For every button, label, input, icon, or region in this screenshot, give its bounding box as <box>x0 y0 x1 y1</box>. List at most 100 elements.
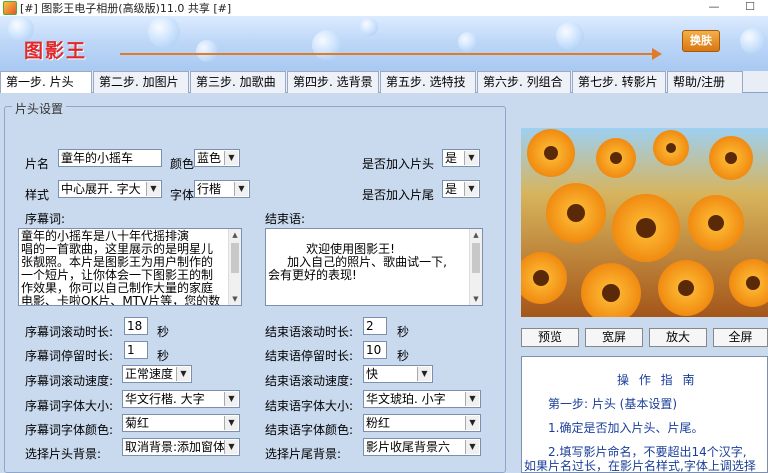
epilogue-speed-select[interactable]: 快 ▼ <box>363 365 433 383</box>
bubble-decoration <box>360 18 378 36</box>
prologue-scroll-duration-label: 序幕词滚动时长: <box>25 325 114 339</box>
prologue-scrollbar[interactable]: ▲ ▼ <box>228 229 241 305</box>
title-bar: [#] 图影王电子相册(高级版)11.0 共享 [#] — ☐ <box>0 0 768 16</box>
font-select[interactable]: 行楷 ▼ <box>194 180 250 198</box>
tab-step1-title[interactable]: 第一步. 片头 <box>0 71 92 93</box>
tail-background-label: 选择片尾背景: <box>265 447 342 461</box>
add-tail-select[interactable]: 是 ▼ <box>442 180 480 198</box>
title-input[interactable]: 童年的小摇车 <box>58 149 162 167</box>
tail-background-value: 影片收尾背景六 <box>366 440 451 454</box>
epilogue-speed-label: 结束语滚动速度: <box>265 374 354 388</box>
enlarge-button[interactable]: 放大 <box>649 328 707 347</box>
minimize-button[interactable]: — <box>696 0 732 16</box>
epilogue-scroll-duration-label: 结束语滚动时长: <box>265 325 354 339</box>
scroll-down-icon[interactable]: ▼ <box>229 293 241 305</box>
tab-help-register[interactable]: 帮助/注册 <box>667 71 743 93</box>
scroll-thumb[interactable] <box>231 243 239 273</box>
prologue-stay-duration-label: 序幕词停留时长: <box>25 349 114 363</box>
chevron-down-icon: ▼ <box>464 151 478 165</box>
tab-step7-convert[interactable]: 第七步. 转影片 <box>572 71 666 93</box>
maximize-button[interactable]: ☐ <box>732 0 768 16</box>
chevron-down-icon: ▼ <box>224 151 238 165</box>
chevron-down-icon: ▼ <box>176 367 190 381</box>
head-background-select[interactable]: 取消背景:添加窗体 ▼ <box>122 438 240 456</box>
prologue-font-size-select[interactable]: 华文行楷. 大字 ▼ <box>122 390 240 408</box>
chevron-down-icon: ▼ <box>146 182 160 196</box>
bubble-decoration <box>740 28 766 54</box>
scroll-up-icon[interactable]: ▲ <box>470 229 482 241</box>
epilogue-font-size-select[interactable]: 华文琥珀. 小字 ▼ <box>363 390 481 408</box>
add-head-select-value: 是 <box>445 151 458 165</box>
prologue-line: 电影、卡啦OK片、MTV片等，您的数码 <box>21 294 221 306</box>
epilogue-font-size-value: 华文琥珀. 小字 <box>366 392 446 406</box>
head-background-label: 选择片头背景: <box>25 447 102 461</box>
chevron-down-icon: ▼ <box>465 392 479 406</box>
seconds-unit: 秒 <box>157 325 170 339</box>
scroll-thumb[interactable] <box>472 243 480 273</box>
prologue-speed-value: 正常速度 <box>125 367 174 381</box>
app-logo: 图影王 <box>24 40 88 62</box>
tab-step2-add-images[interactable]: 第二步. 加图片 <box>93 71 189 93</box>
color-select-value: 蓝色 <box>197 151 222 165</box>
scroll-down-icon[interactable]: ▼ <box>470 293 482 305</box>
tab-step4-background[interactable]: 第四步. 选背景 <box>287 71 379 93</box>
prologue-font-color-select[interactable]: 菊红 ▼ <box>122 414 240 432</box>
preview-button[interactable]: 预览 <box>521 328 579 347</box>
widescreen-button[interactable]: 宽屏 <box>585 328 643 347</box>
window-controls: — ☐ <box>696 0 768 16</box>
add-head-select[interactable]: 是 ▼ <box>442 149 480 167</box>
app-icon <box>3 1 17 15</box>
add-head-label: 是否加入片头 <box>362 157 435 171</box>
bubble-decoration <box>312 30 342 60</box>
style-select[interactable]: 中心展开. 字大 ▼ <box>58 180 162 198</box>
operation-guide: 操 作 指 南 第一步: 片头 (基本设置) 1.确定是否加入片头、片尾。 2.… <box>521 356 768 473</box>
head-background-value: 取消背景:添加窗体 <box>125 440 226 454</box>
epilogue-stay-duration-label: 结束语停留时长: <box>265 349 354 363</box>
epilogue-stay-duration-input[interactable]: 10 <box>363 341 387 359</box>
bubble-decoration <box>196 40 218 62</box>
style-label: 样式 <box>25 188 50 202</box>
change-skin-button[interactable]: 换肤 <box>682 30 720 52</box>
epilogue-scroll-duration-input[interactable]: 2 <box>363 317 387 335</box>
epilogue-textarea[interactable]: 欢迎使用图影王! 加入自己的照片、歌曲试一下, 会有更好的表现! ▲ ▼ <box>265 228 483 306</box>
prologue-font-size-value: 华文行楷. 大字 <box>125 392 205 406</box>
prologue-stay-duration-input[interactable]: 1 <box>124 341 148 359</box>
chevron-down-icon: ▼ <box>224 416 238 430</box>
tab-step5-effects[interactable]: 第五步. 选特技 <box>380 71 476 93</box>
chevron-down-icon: ▼ <box>465 416 479 430</box>
fullscreen-button[interactable]: 全屏 <box>713 328 768 347</box>
bubble-decoration <box>458 32 478 52</box>
prologue-font-color-label: 序幕词字体颜色: <box>25 423 114 437</box>
prologue-speed-label: 序幕词滚动速度: <box>25 374 114 388</box>
prologue-scroll-duration-input[interactable]: 18 <box>124 317 148 335</box>
font-select-value: 行楷 <box>197 182 222 196</box>
scroll-up-icon[interactable]: ▲ <box>229 229 241 241</box>
banner-arrow-line <box>120 53 660 55</box>
add-tail-select-value: 是 <box>445 182 458 196</box>
tail-background-select[interactable]: 影片收尾背景六 ▼ <box>363 438 481 456</box>
seconds-unit: 秒 <box>397 325 410 339</box>
guide-title: 操 作 指 南 <box>617 373 698 387</box>
color-select[interactable]: 蓝色 ▼ <box>194 149 240 167</box>
epilogue-font-color-select[interactable]: 粉红 ▼ <box>363 414 481 432</box>
guide-line: 如果片名过长，在影片名样式,字体上调选择 <box>524 459 756 473</box>
preview-image <box>521 128 768 317</box>
tab-step3-add-songs[interactable]: 第三步. 加歌曲 <box>190 71 286 93</box>
prologue-speed-select[interactable]: 正常速度 ▼ <box>122 365 192 383</box>
chevron-down-icon: ▼ <box>224 440 238 454</box>
prologue-textarea[interactable]: 童年的小摇车是八十年代摇排演 唱的一首歌曲，这里展示的是明星儿 张靓照。本片是图… <box>18 228 242 306</box>
banner: 图影王 换肤 <box>0 16 768 71</box>
epilogue-font-color-value: 粉红 <box>366 416 391 430</box>
window-title: [#] 图影王电子相册(高级版)11.0 共享 [#] <box>20 2 232 15</box>
group-legend: 片头设置 <box>12 100 67 117</box>
seconds-unit: 秒 <box>157 349 170 363</box>
prologue-font-color-value: 菊红 <box>125 416 150 430</box>
epilogue-scrollbar[interactable]: ▲ ▼ <box>469 229 482 305</box>
epilogue-speed-value: 快 <box>366 367 379 381</box>
chevron-down-icon: ▼ <box>465 440 479 454</box>
seconds-unit: 秒 <box>397 349 410 363</box>
step-tabs: 第一步. 片头 第二步. 加图片 第三步. 加歌曲 第四步. 选背景 第五步. … <box>0 71 768 93</box>
tab-step6-combine[interactable]: 第六步. 列组合 <box>477 71 571 93</box>
flower-photo <box>521 128 768 317</box>
epilogue-line: 会有更好的表现! <box>268 268 357 282</box>
